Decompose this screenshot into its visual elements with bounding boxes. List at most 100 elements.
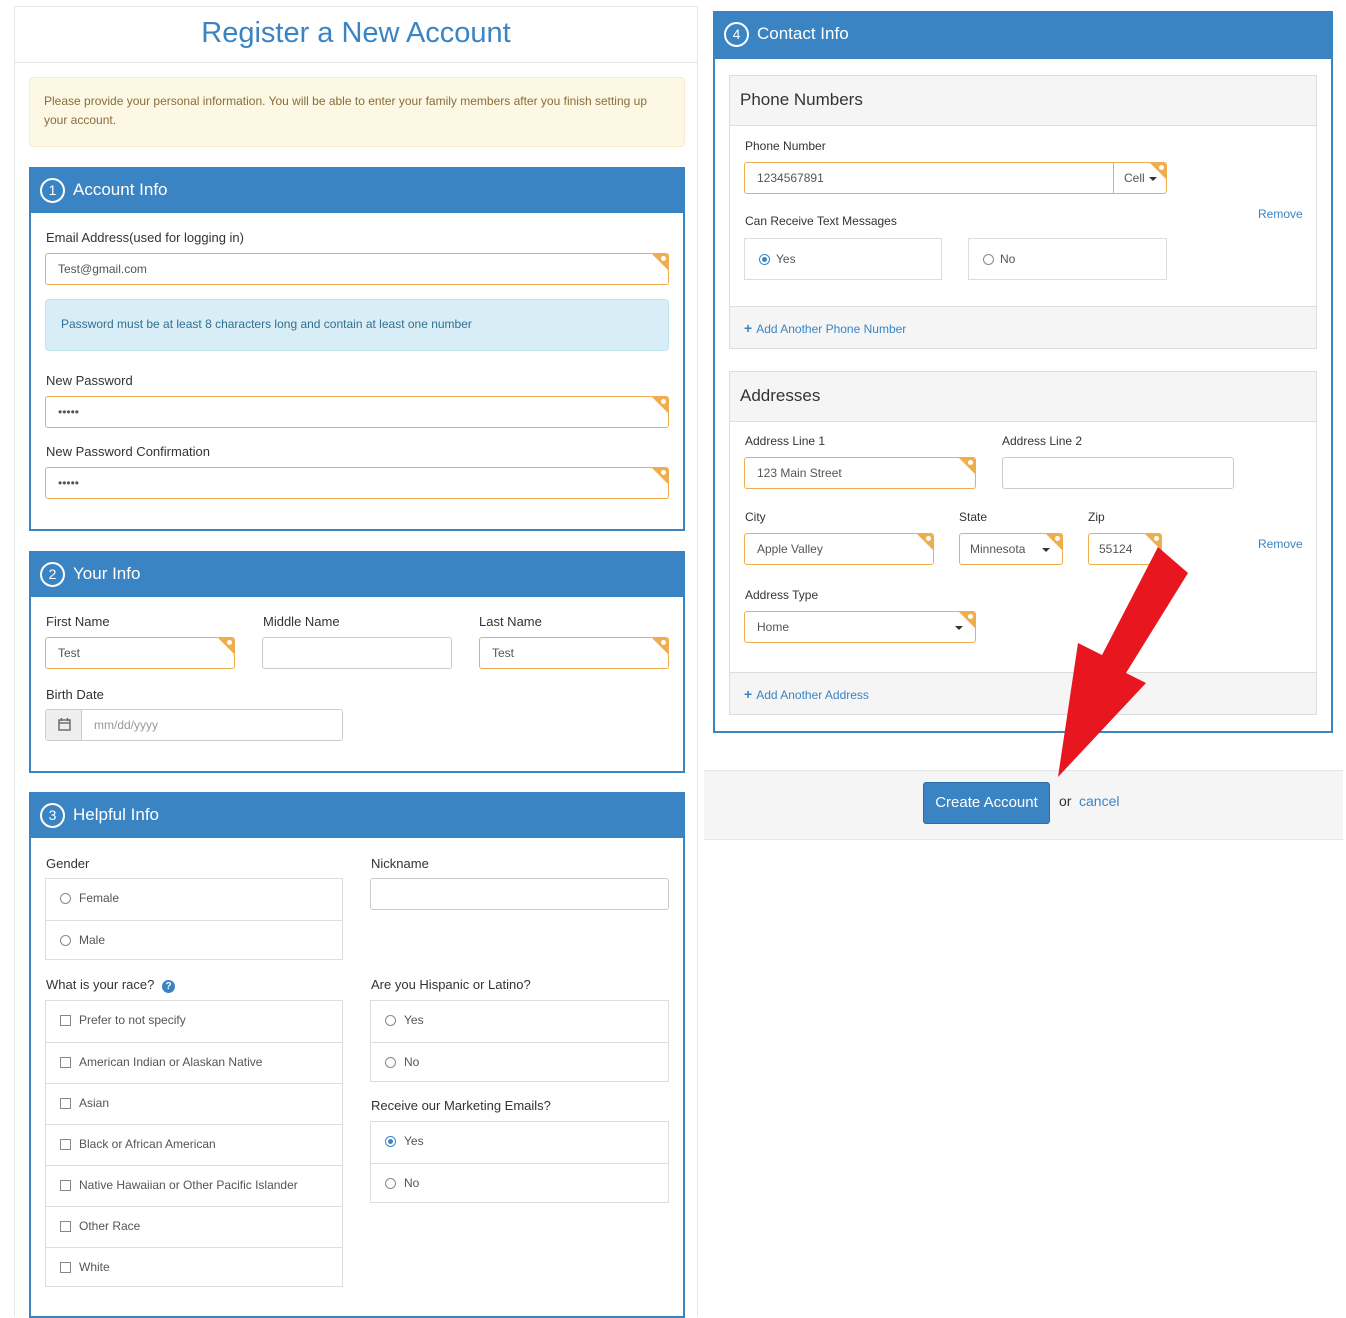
email-label: Email Address(used for logging in) — [46, 230, 244, 245]
first-name-input[interactable]: Test — [45, 637, 235, 669]
checkbox-option[interactable]: Native Hawaiian or Other Pacific Islande… — [46, 1165, 342, 1206]
form-actions-bar: Create Account or cancel — [704, 770, 1343, 840]
race-label-text: What is your race? — [46, 977, 155, 992]
required-indicator-icon — [958, 458, 975, 475]
option-label: Asian — [79, 1096, 110, 1110]
zip-label: Zip — [1088, 510, 1105, 524]
step-number: 2 — [40, 562, 65, 587]
required-indicator-icon — [217, 638, 234, 655]
step-number: 1 — [40, 178, 65, 203]
phone-numbers-well: Phone Numbers Phone Number 1234567891 Ce… — [729, 75, 1317, 349]
last-name-input[interactable]: Test — [479, 637, 669, 669]
radio-icon — [385, 1015, 396, 1026]
helpful-info-header: 3 Helpful Info — [31, 794, 683, 838]
option-label: Yes — [404, 1013, 424, 1027]
checkbox-option[interactable]: Prefer to not specify — [46, 1001, 342, 1042]
birth-date-input[interactable]: mm/dd/yyyy — [94, 718, 158, 732]
intro-note: Please provide your personal information… — [29, 77, 685, 147]
radio-option[interactable]: No — [371, 1163, 668, 1204]
radio-option[interactable]: Yes — [371, 1122, 668, 1163]
race-options: Prefer to not specify American Indian or … — [45, 1000, 343, 1287]
last-name-label: Last Name — [479, 614, 542, 629]
radio-icon — [385, 1178, 396, 1189]
option-label: White — [79, 1260, 110, 1274]
checkbox-option[interactable]: American Indian or Alaskan Native — [46, 1042, 342, 1083]
account-info-panel: 1 Account Info Email Address(used for lo… — [29, 167, 685, 531]
phone-type-value: Cell — [1124, 171, 1145, 185]
city-input[interactable]: Apple Valley — [744, 533, 934, 565]
create-account-button[interactable]: Create Account — [923, 782, 1050, 824]
first-name-label: First Name — [46, 614, 110, 629]
your-info-header: 2 Your Info — [31, 553, 683, 597]
radio-option[interactable]: No — [371, 1042, 668, 1083]
email-input[interactable]: Test@gmail.com — [45, 253, 669, 285]
address-type-dropdown[interactable]: Home — [744, 611, 976, 643]
option-label: Yes — [404, 1134, 424, 1148]
confirm-value: ••••• — [58, 476, 80, 490]
password-input[interactable]: ••••• — [45, 396, 669, 428]
radio-icon — [60, 893, 71, 904]
gender-label: Gender — [46, 856, 90, 871]
radio-icon — [983, 254, 994, 265]
step-number: 4 — [724, 22, 749, 47]
hispanic-options: Yes No — [370, 1000, 669, 1082]
add-address-label: Add Another Address — [756, 688, 869, 702]
address-type-value: Home — [757, 620, 790, 634]
middle-name-input[interactable] — [262, 637, 452, 669]
password-value: ••••• — [58, 405, 80, 419]
add-address-link[interactable]: + Add Another Address — [744, 686, 869, 702]
checkbox-icon — [60, 1057, 71, 1068]
city-label: City — [745, 510, 766, 524]
checkbox-option[interactable]: White — [46, 1247, 342, 1288]
calendar-icon[interactable] — [46, 710, 82, 740]
text-no-label: No — [1000, 252, 1016, 266]
your-info-panel: 2 Your Info First Name Test Middle Name … — [29, 551, 685, 773]
title-bar: Register a New Account — [15, 7, 697, 63]
panel-title: Contact Info — [757, 24, 849, 43]
password-confirm-input[interactable]: ••••• — [45, 467, 669, 499]
confirm-label: New Password Confirmation — [46, 444, 211, 459]
text-yes-option[interactable]: Yes — [744, 238, 942, 280]
radio-icon — [60, 935, 71, 946]
phone-number-label: Phone Number — [745, 139, 826, 153]
help-icon[interactable]: ? — [162, 980, 175, 993]
option-label: Native Hawaiian or Other Pacific Islande… — [79, 1178, 298, 1192]
text-no-option[interactable]: No — [968, 238, 1167, 280]
required-indicator-icon — [651, 468, 668, 485]
address-line2-input[interactable] — [1002, 457, 1234, 489]
option-label: Prefer to not specify — [79, 1013, 186, 1027]
step-number: 3 — [40, 803, 65, 828]
cancel-link[interactable]: cancel — [1079, 793, 1119, 809]
nickname-input[interactable] — [370, 878, 669, 910]
password-hint: Password must be at least 8 characters l… — [45, 299, 669, 351]
panel-title: Your Info — [73, 564, 141, 583]
helpful-info-panel: 3 Helpful Info Gender Female Male Nicknam… — [29, 792, 685, 1318]
phone-number-value: 1234567891 — [757, 171, 824, 185]
required-indicator-icon — [916, 534, 933, 551]
radio-option[interactable]: Male — [46, 920, 342, 961]
plus-icon: + — [744, 320, 753, 336]
add-phone-link[interactable]: + Add Another Phone Number — [744, 320, 906, 336]
required-indicator-icon — [651, 397, 668, 414]
phone-type-dropdown[interactable]: Cell — [1113, 162, 1167, 194]
checkbox-icon — [60, 1139, 71, 1150]
phone-number-input[interactable]: 1234567891 — [744, 162, 1114, 194]
radio-option[interactable]: Female — [46, 879, 342, 920]
option-label: American Indian or Alaskan Native — [79, 1055, 263, 1069]
checkbox-option[interactable]: Other Race — [46, 1206, 342, 1247]
checkbox-option[interactable]: Asian — [46, 1083, 342, 1124]
remove-address-link[interactable]: Remove — [1258, 537, 1303, 551]
checkbox-icon — [60, 1015, 71, 1026]
radio-selected-icon — [385, 1136, 396, 1147]
city-value: Apple Valley — [757, 542, 823, 556]
radio-option[interactable]: Yes — [371, 1001, 668, 1042]
option-label: Female — [79, 891, 120, 905]
red-arrow-annotation — [1058, 547, 1188, 777]
contact-info-panel: 4 Contact Info Phone Numbers Phone Numbe… — [713, 11, 1333, 733]
remove-phone-link[interactable]: Remove — [1258, 207, 1303, 221]
account-info-header: 1 Account Info — [31, 169, 683, 213]
address-line1-input[interactable]: 123 Main Street — [744, 457, 976, 489]
phone-footer: + Add Another Phone Number — [730, 306, 1316, 348]
checkbox-option[interactable]: Black or African American — [46, 1124, 342, 1165]
addresses-well: Addresses Address Line 1 123 Main Street… — [729, 371, 1317, 715]
